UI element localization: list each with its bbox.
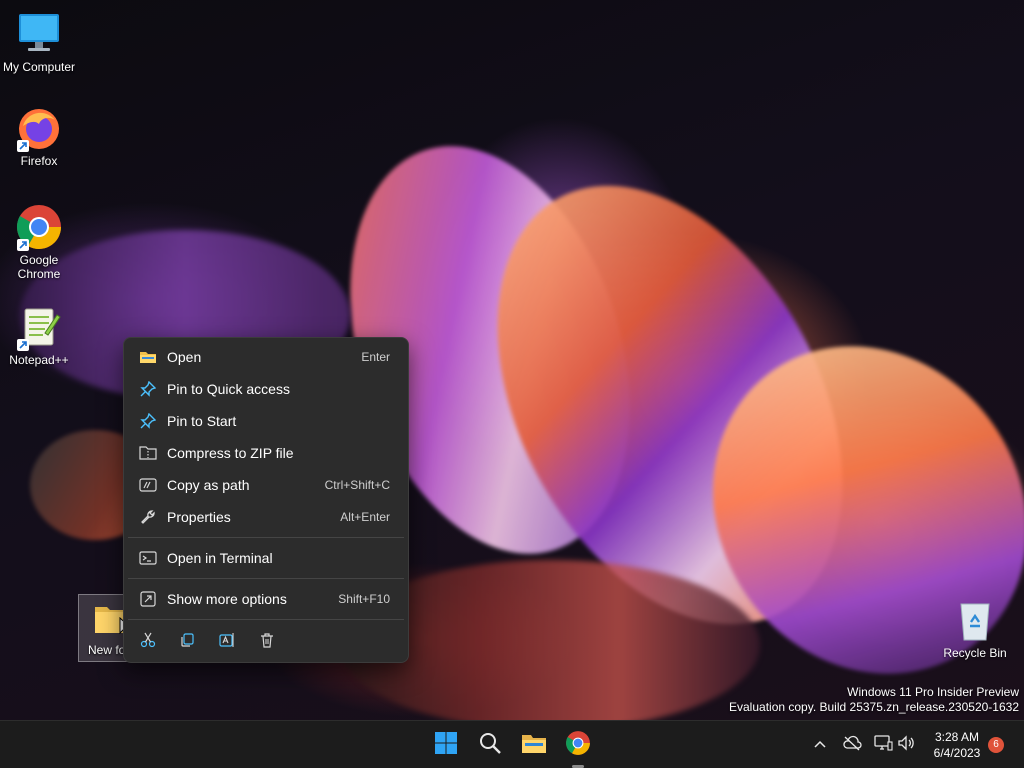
show-hidden-icons-button[interactable] [809, 734, 831, 756]
cut-button[interactable] [132, 628, 164, 656]
notepad-plus-plus-icon [15, 303, 63, 351]
clock-button[interactable]: 3:28 AM 6/4/2023 [926, 729, 988, 761]
file-explorer-icon [521, 732, 547, 759]
network-button[interactable] [872, 734, 894, 756]
watermark-line-build: Evaluation copy. Build 25375.zn_release.… [729, 700, 1019, 714]
copy-icon [179, 632, 195, 653]
wrench-icon [138, 507, 158, 527]
desktop-icon-label: Firefox [20, 154, 58, 168]
onedrive-button[interactable] [841, 734, 863, 756]
file-explorer-button[interactable] [516, 727, 552, 763]
desktop-icon-label: My Computer [2, 60, 76, 74]
chrome-taskbar-button[interactable] [560, 727, 596, 763]
shortcut-arrow-icon [17, 239, 29, 251]
speaker-icon [897, 734, 917, 757]
menu-separator [128, 537, 404, 538]
desktop-icon-label: Google Chrome [17, 253, 61, 281]
menu-separator [128, 578, 404, 579]
desktop-icon-firefox[interactable]: Firefox [0, 104, 79, 168]
desktop-icon-google-chrome[interactable]: Google Chrome [0, 203, 79, 281]
recycle-bin-icon [951, 596, 999, 644]
shortcut-arrow-icon [17, 339, 29, 351]
rename-button[interactable] [211, 628, 243, 656]
firefox-icon [15, 104, 63, 152]
evaluation-watermark: Windows 11 Pro Insider Preview Evaluatio… [729, 685, 1019, 715]
taskbar: 3:28 AM 6/4/2023 6 [0, 720, 1024, 768]
terminal-icon [138, 548, 158, 568]
menu-item-compress-to-zip[interactable]: Compress to ZIP file [128, 438, 404, 468]
rename-icon [219, 632, 235, 653]
copy-path-icon [138, 475, 158, 495]
watermark-line-edition: Windows 11 Pro Insider Preview [847, 685, 1019, 699]
monitor-icon [15, 10, 63, 58]
zip-icon [138, 443, 158, 463]
desktop-icon-notepad-plus-plus[interactable]: Notepad++ [0, 303, 79, 367]
chrome-icon [15, 203, 63, 251]
search-icon [478, 731, 502, 760]
menu-item-pin-to-start[interactable]: Pin to Start [128, 406, 404, 436]
desktop[interactable]: My Computer Firefox Google Chrome Notepa… [0, 0, 1024, 720]
menu-separator [128, 619, 404, 620]
notification-badge[interactable]: 6 [988, 737, 1004, 753]
search-button[interactable] [472, 727, 508, 763]
start-button[interactable] [428, 727, 464, 763]
desktop-icon-label: Notepad++ [9, 353, 69, 367]
menu-item-show-more-options[interactable]: Show more options Shift+F10 [128, 584, 404, 614]
cloud-offline-icon [842, 735, 862, 756]
menu-item-open-in-terminal[interactable]: Open in Terminal [128, 543, 404, 573]
menu-item-copy-as-path[interactable]: Copy as path Ctrl+Shift+C [128, 470, 404, 500]
network-icon [873, 734, 893, 757]
pin-icon [138, 411, 158, 431]
menu-item-pin-to-quick-access[interactable]: Pin to Quick access [128, 374, 404, 404]
menu-item-open[interactable]: Open Enter [128, 342, 404, 372]
desktop-icon-label: New fo [88, 643, 126, 657]
copy-button[interactable] [171, 628, 203, 656]
cut-icon [140, 632, 156, 653]
delete-button[interactable] [251, 628, 283, 656]
shortcut-arrow-icon [17, 140, 29, 152]
folder-icon [138, 347, 158, 367]
more-options-icon [138, 589, 158, 609]
context-menu: Open Enter Pin to Quick access Pin to St… [123, 337, 409, 663]
start-icon [434, 731, 458, 760]
delete-icon [259, 632, 275, 653]
clock-time: 3:28 AM [934, 730, 980, 744]
pin-icon [138, 379, 158, 399]
menu-item-properties[interactable]: Properties Alt+Enter [128, 502, 404, 532]
chrome-icon [565, 730, 591, 761]
desktop-icon-my-computer[interactable]: My Computer [0, 10, 79, 74]
clock-date: 6/4/2023 [933, 746, 981, 760]
desktop-icon-recycle-bin[interactable]: Recycle Bin [935, 596, 1015, 660]
desktop-icon-label: Recycle Bin [943, 646, 1007, 660]
volume-button[interactable] [896, 734, 918, 756]
chevron-up-icon [813, 736, 827, 754]
